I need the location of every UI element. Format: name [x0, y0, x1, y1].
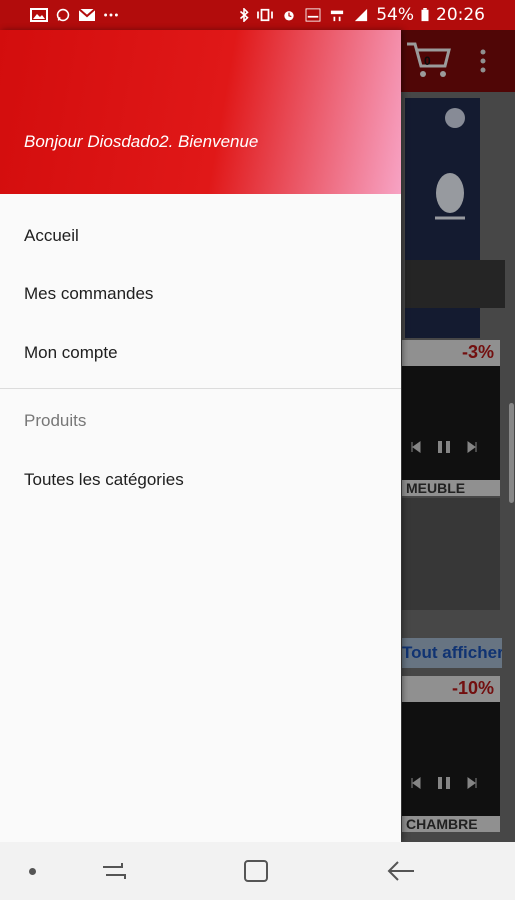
recent-apps-icon[interactable]	[100, 860, 128, 882]
menu-item-mon-compte[interactable]: Mon compte	[24, 343, 118, 363]
alarm-icon	[284, 11, 294, 21]
bluetooth-icon	[240, 8, 249, 22]
menu-item-toutes-categories[interactable]: Toutes les catégories	[24, 470, 184, 490]
drawer-header: Bonjour Diosdado2. Bienvenue	[0, 30, 401, 194]
system-nav-bar	[0, 842, 515, 900]
greeting-text: Bonjour Diosdado2. Bienvenue	[24, 132, 259, 151]
vibrate-icon	[257, 8, 274, 22]
image-icon	[30, 8, 48, 22]
nav-dot-icon[interactable]	[29, 868, 36, 875]
battery-percentage: 54%	[376, 5, 414, 25]
clock: 20:26	[436, 5, 485, 25]
volte-icon	[305, 8, 321, 22]
navigation-drawer: Bonjour Diosdado2. Bienvenue Accueil Mes…	[0, 30, 401, 842]
menu-divider	[0, 388, 401, 389]
scrollbar[interactable]	[509, 403, 514, 503]
menu-item-accueil[interactable]: Accueil	[24, 226, 79, 246]
mail-icon	[78, 8, 96, 21]
whatsapp-icon	[56, 8, 70, 22]
signal-icon	[355, 8, 368, 22]
back-icon[interactable]	[386, 858, 416, 884]
section-label-produits: Produits	[24, 411, 87, 430]
battery-icon	[421, 8, 429, 22]
more-dots-icon	[104, 13, 118, 17]
home-icon[interactable]	[242, 858, 270, 884]
4g-icon	[331, 10, 344, 22]
menu-item-mes-commandes[interactable]: Mes commandes	[24, 284, 153, 304]
status-bar: 54% 20:26	[0, 0, 515, 30]
